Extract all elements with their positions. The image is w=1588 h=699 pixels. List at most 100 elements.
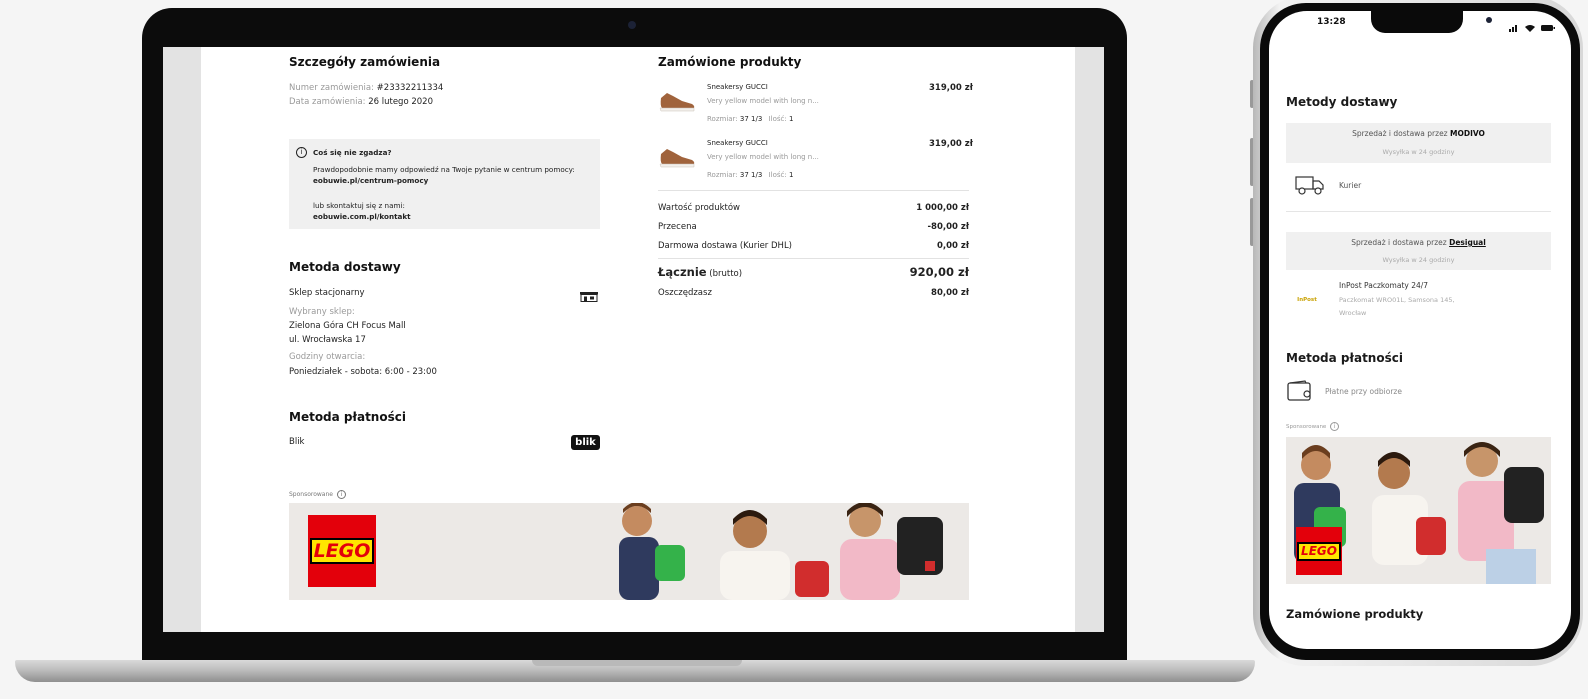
wallet-icon: [1287, 380, 1313, 406]
blik-logo: blik: [571, 435, 600, 450]
size-label: Rozmiar:: [707, 171, 738, 179]
store-address: ul. Wrocławska 17: [289, 335, 366, 345]
order-details-title: Szczegóły zamówienia: [289, 55, 441, 69]
order-date-label: Data zamówienia:: [289, 97, 366, 107]
info-icon[interactable]: i: [336, 490, 346, 499]
product-price: 319,00 zł: [929, 139, 973, 149]
qty-value: 1: [788, 115, 794, 123]
savings-label: Oszczędzasz: [658, 288, 712, 298]
total-suffix: (brutto): [709, 269, 743, 279]
order-date-row: Data zamówienia: 26 lutego 2020: [289, 97, 433, 107]
seller-prefix: Sprzedaż i dostawa przez: [1352, 129, 1448, 138]
phone-screen: 13:28 Metody dostawy Sprzedaż i dostawa …: [1269, 11, 1571, 649]
sponsored-label: Sponsorowane: [289, 491, 333, 498]
shipping-value: 0,00 zł: [936, 241, 969, 251]
laptop-hinge-notch: [532, 660, 742, 666]
inpost-address-line2: Wrocław: [1339, 309, 1367, 317]
delivery-title: Metoda dostawy: [289, 260, 401, 274]
opening-hours: Poniedziałek - sobota: 6:00 - 23:00: [289, 367, 437, 377]
lego-logo-text: LEGO: [309, 538, 375, 564]
inpost-title[interactable]: InPost Paczkomaty 24/7: [1339, 281, 1428, 290]
order-confirmation-page: Szczegóły zamówienia Numer zamówienia: #…: [201, 47, 1075, 632]
lego-logo: LEGO: [1296, 527, 1342, 575]
store-icon: [579, 287, 599, 306]
contact-link[interactable]: eobuwie.com.pl/kontakt: [313, 212, 411, 221]
product-description: Very yellow model with long n...: [707, 97, 819, 105]
sponsored-row: Sponsorowane i: [289, 490, 346, 499]
laptop-screen: Szczegóły zamówienia Numer zamówienia: #…: [163, 47, 1104, 632]
products-value: 1 000,00 zł: [916, 203, 969, 213]
product-description: Very yellow model with long n...: [707, 153, 819, 161]
help-box-text: Prawdopodobnie mamy odpowiedź na Twoje p…: [313, 165, 575, 174]
phone-lego-ad[interactable]: LEGO: [1286, 437, 1551, 584]
phone-notch: [1371, 11, 1492, 33]
product-name: Sneakersy GUCCI: [707, 83, 768, 91]
seller-modivo-box: Sprzedaż i dostawa przez MODIVO Wysyłka …: [1286, 123, 1551, 163]
info-icon: i: [296, 147, 307, 158]
product-name: Sneakersy GUCCI: [707, 139, 768, 147]
order-date: 26 lutego 2020: [368, 97, 433, 107]
product-size-qty: Rozmiar: 37 1/3 Ilość: 1: [707, 115, 793, 123]
phone-delivery-title: Metody dostawy: [1286, 95, 1398, 109]
product-size-qty: Rozmiar: 37 1/3 Ilość: 1: [707, 171, 793, 179]
order-number-row: Numer zamówienia: #23332211334: [289, 83, 443, 93]
seller-modivo-text: Sprzedaż i dostawa przez MODIVO: [1286, 129, 1551, 138]
shoe-image: [659, 149, 695, 168]
size-label: Rozmiar:: [707, 115, 738, 123]
phone-camera: [1486, 17, 1492, 23]
size-value: 37 1/3: [739, 171, 763, 179]
sponsored-label: Sponsorowane: [1286, 424, 1327, 430]
inpost-logo: InPost: [1290, 291, 1324, 309]
seller-desigual-box: Sprzedaż i dostawa przez Desigual Wysyłk…: [1286, 232, 1551, 270]
courier-option[interactable]: Kurier: [1339, 181, 1361, 190]
total-label-row: Łącznie (brutto): [658, 265, 742, 279]
product-price: 319,00 zł: [929, 83, 973, 93]
kids-photo: [615, 503, 969, 600]
divider: [658, 190, 969, 191]
savings-value: 80,00 zł: [931, 288, 969, 298]
store-name: Zielona Góra CH Focus Mall: [289, 321, 406, 331]
qty-value: 1: [788, 171, 794, 179]
order-number-label: Numer zamówienia:: [289, 83, 374, 93]
shipping-label: Darmowa dostawa (Kurier DHL): [658, 241, 792, 251]
seller-prefix: Sprzedaż i dostawa przez: [1351, 238, 1447, 247]
lego-ad-banner[interactable]: LEGO: [289, 503, 969, 600]
help-box-title: Coś się nie zgadza?: [313, 148, 392, 157]
lego-logo-text: LEGO: [1297, 541, 1341, 561]
seller-name[interactable]: Desigual: [1449, 238, 1486, 247]
status-time: 13:28: [1317, 17, 1346, 27]
phone-payment-method: Płatne przy odbiorze: [1325, 387, 1402, 396]
status-icons: [1509, 18, 1557, 37]
help-center-link[interactable]: eobuwie.pl/centrum-pomocy: [313, 176, 428, 185]
phone-sponsored-row: Sponsorowane i: [1286, 422, 1340, 431]
inpost-address-line1: Paczkomat WRO01L, Samsona 145,: [1339, 296, 1455, 304]
seller-shipping-time: Wysyłka w 24 godziny: [1382, 148, 1455, 156]
help-box: i Coś się nie zgadza? Prawdopodobnie mam…: [289, 139, 600, 229]
divider: [1286, 211, 1551, 212]
truck-icon: [1295, 174, 1325, 200]
qty-label: Ilość:: [768, 171, 787, 179]
opening-hours-label: Godziny otwarcia:: [289, 352, 366, 362]
info-icon[interactable]: i: [1330, 422, 1340, 431]
discount-label: Przecena: [658, 222, 697, 232]
divider: [658, 258, 969, 259]
lego-logo: LEGO: [308, 515, 376, 587]
discount-value: -80,00 zł: [927, 222, 969, 232]
phone-products-title: Zamówione produkty: [1286, 607, 1424, 621]
seller-name: MODIVO: [1450, 129, 1485, 138]
size-value: 37 1/3: [739, 115, 763, 123]
products-title: Zamówione produkty: [658, 55, 802, 69]
payment-title: Metoda płatności: [289, 410, 406, 424]
order-number: #23332211334: [376, 83, 444, 93]
payment-method: Blik: [289, 437, 305, 447]
total-value: 920,00 zł: [909, 265, 969, 279]
seller-shipping-time: Wysyłka w 24 godziny: [1382, 256, 1455, 264]
total-label: Łącznie: [658, 265, 707, 279]
seller-desigual-text: Sprzedaż i dostawa przez Desigual: [1286, 238, 1551, 247]
selected-store-label: Wybrany sklep:: [289, 307, 355, 317]
shoe-image: [659, 93, 695, 112]
qty-label: Ilość:: [768, 115, 787, 123]
contact-text: lub skontaktuj się z nami:: [313, 201, 405, 210]
phone-payment-title: Metoda płatności: [1286, 351, 1403, 365]
delivery-method: Sklep stacjonarny: [289, 288, 365, 298]
